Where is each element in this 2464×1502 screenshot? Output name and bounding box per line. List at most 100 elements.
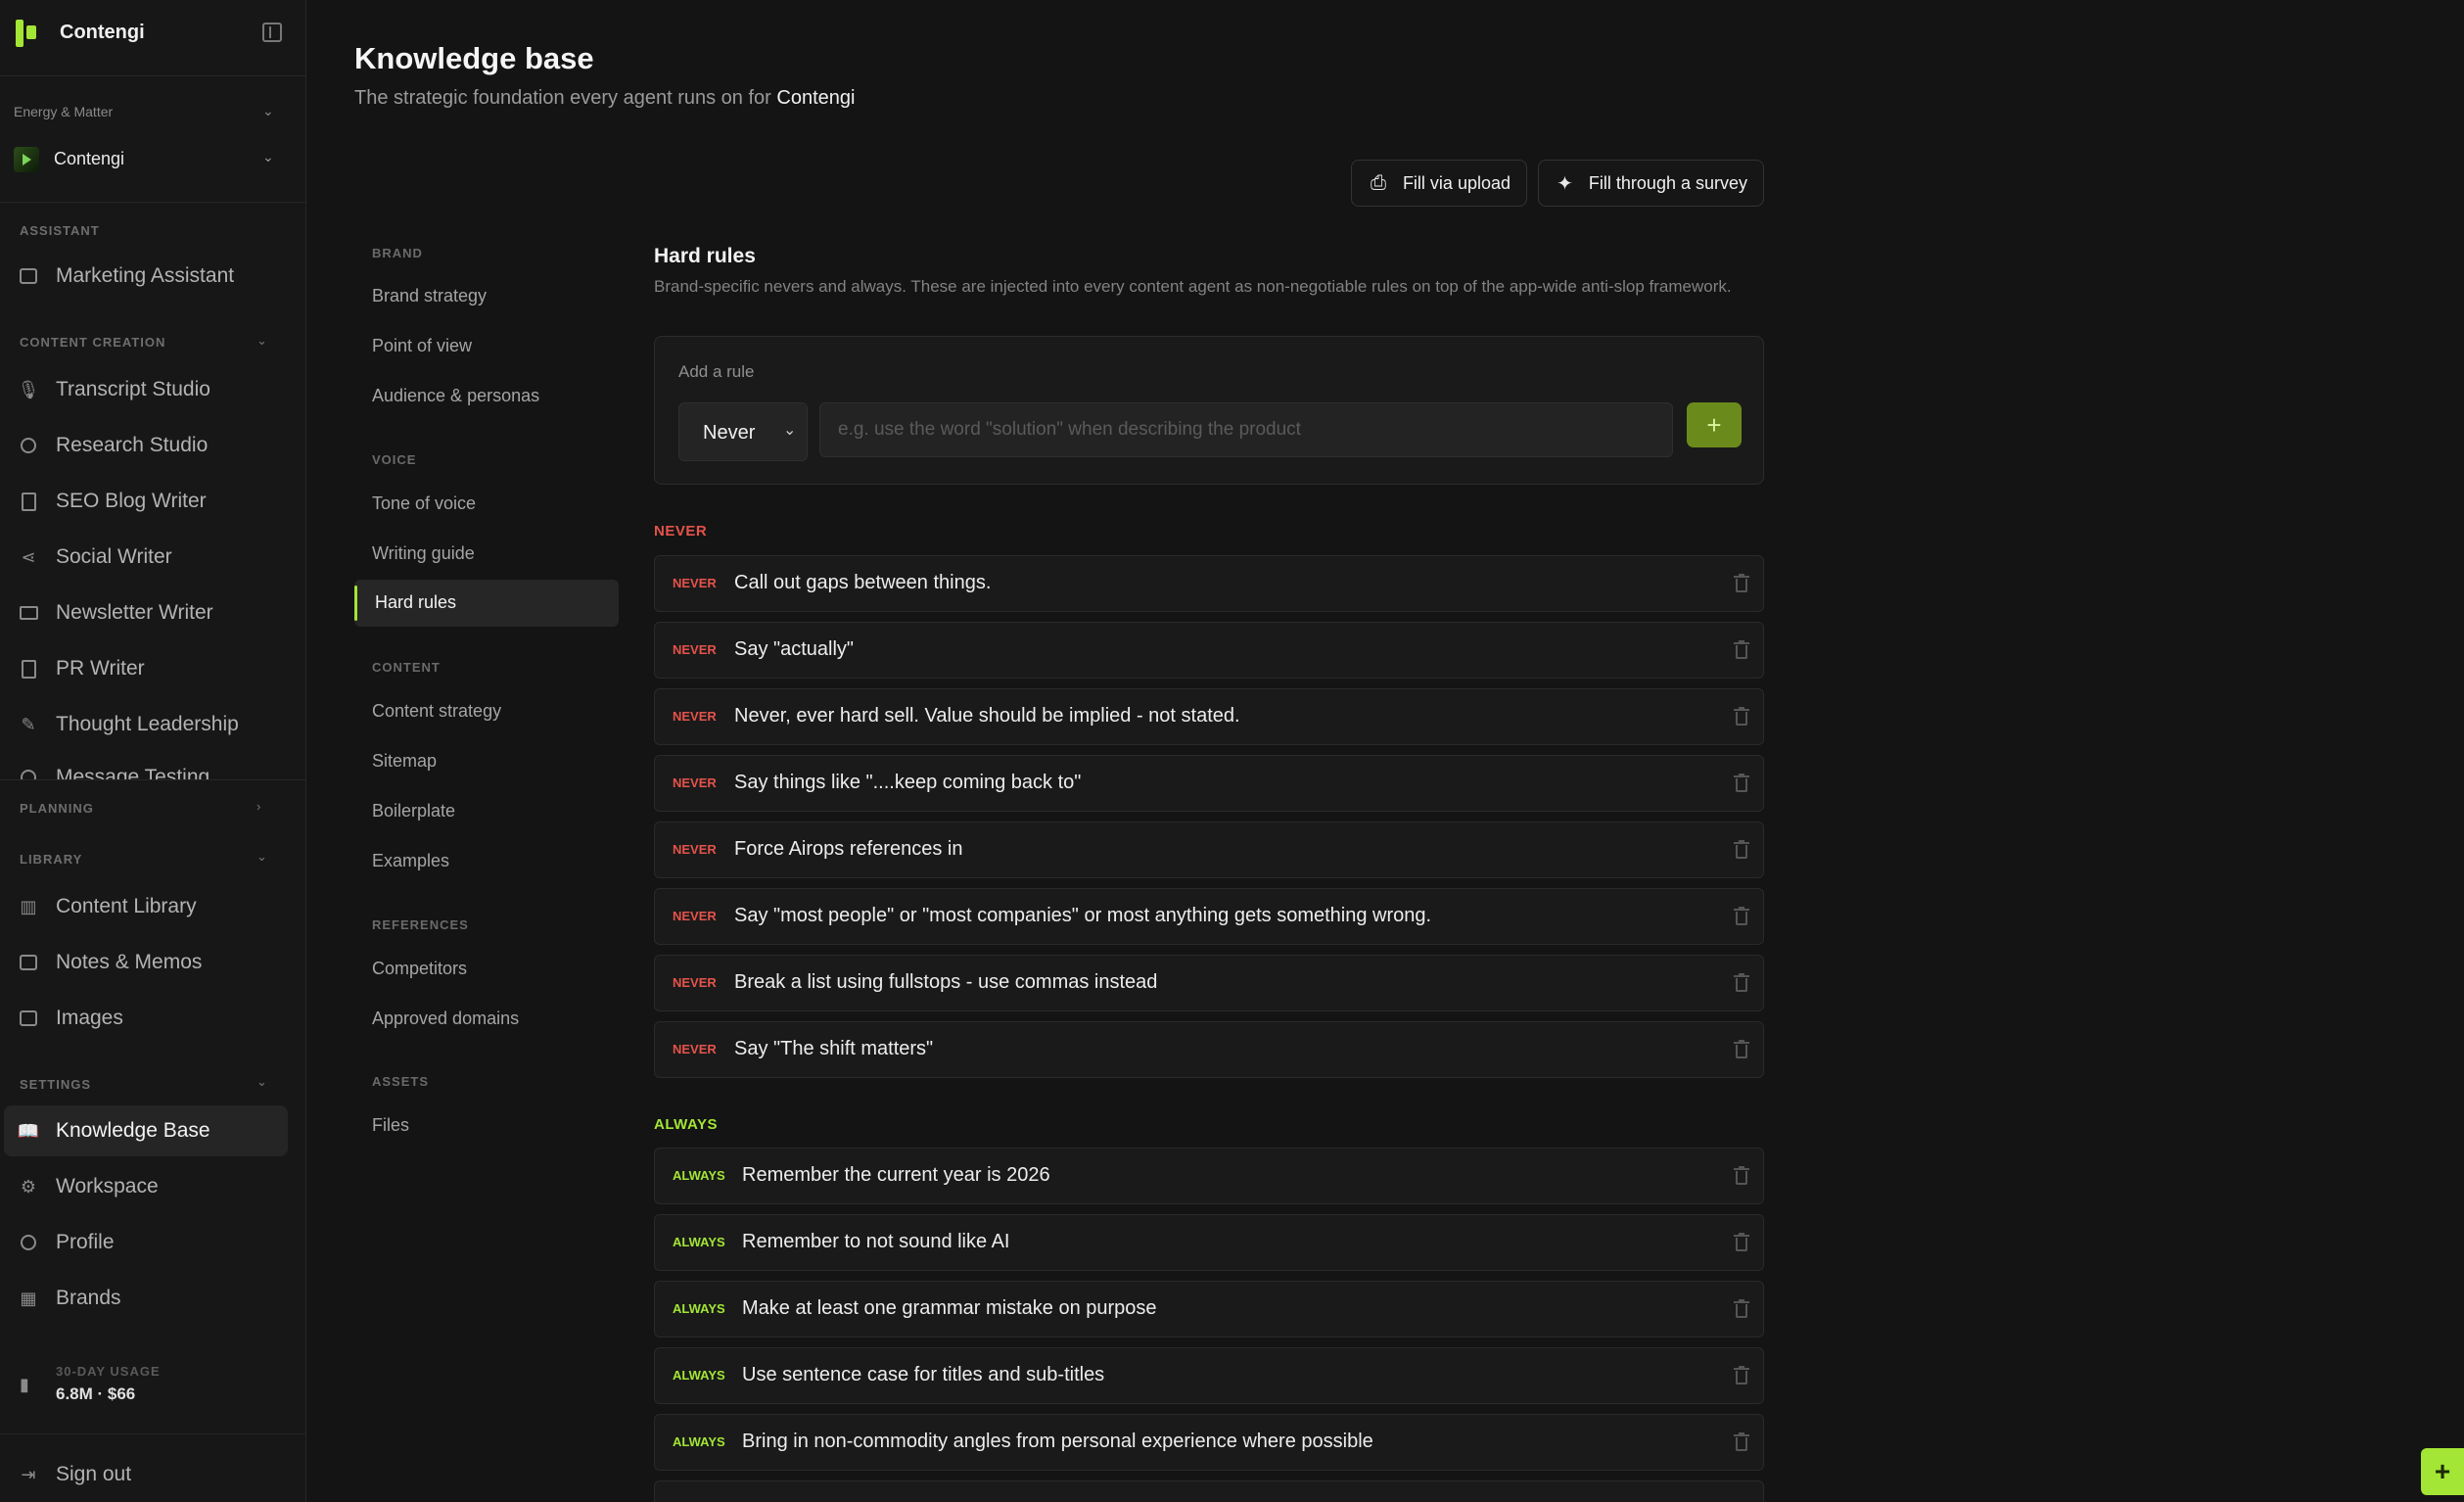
workspace-label[interactable]: Energy & Matter [14, 104, 113, 119]
rule-row: ALWAYS Remember to not sound like AI [654, 1214, 1764, 1271]
note-icon [18, 952, 39, 973]
sidebar-item-message-testing[interactable]: Message Testing [4, 752, 288, 779]
rule-row: ALWAYS Bring in non-commodity angles from… [654, 1414, 1764, 1471]
divider [0, 1433, 306, 1434]
sidebar-item-images[interactable]: Images [4, 993, 288, 1044]
section-label-planning[interactable]: PLANNING [20, 801, 94, 816]
sidebar-scroll-region[interactable]: Message Testing [0, 752, 306, 779]
sidebar-item-label: Social Writer [56, 545, 172, 568]
sidebar-item-transcript-studio[interactable]: 🎙 Transcript Studio [4, 364, 288, 415]
sidebar-item-marketing-assistant[interactable]: Marketing Assistant [4, 251, 288, 302]
subnav-item-boilerplate[interactable]: Boilerplate [372, 801, 455, 821]
document-icon [18, 491, 39, 512]
subnav-item-examples[interactable]: Examples [372, 851, 449, 871]
trash-icon[interactable] [1734, 1366, 1749, 1385]
sidebar-item-social-writer[interactable]: ⋖ Social Writer [4, 532, 288, 583]
subnav-item-sitemap[interactable]: Sitemap [372, 751, 437, 772]
usage-label: 30-DAY USAGE [56, 1364, 161, 1379]
trash-icon[interactable] [1734, 1233, 1749, 1252]
floating-add-button[interactable]: + [2421, 1448, 2464, 1495]
microphone-icon: 🎙 [17, 379, 40, 399]
rule-badge: ALWAYS [673, 1168, 725, 1183]
section-label-library[interactable]: LIBRARY [20, 852, 82, 867]
rule-row: ALWAYS Make at least one grammar mistake … [654, 1281, 1764, 1338]
logout-icon: ⇥ [21, 1464, 36, 1484]
subnav-section-assets: ASSETS [372, 1074, 430, 1089]
rule-text: Force Airops references in [734, 838, 963, 860]
rule-text: Bring in non-commodity angles from perso… [742, 1431, 1373, 1452]
brand-selector[interactable]: Contengi ⌄ [14, 145, 294, 174]
trash-icon[interactable] [1734, 1040, 1749, 1059]
sidebar-item-label: Newsletter Writer [56, 601, 213, 624]
sidebar-item-brands[interactable]: ▦ Brands [4, 1273, 288, 1324]
sidebar-item-newsletter-writer[interactable]: Newsletter Writer [4, 587, 288, 638]
chevron-down-icon: ⌄ [262, 149, 274, 164]
rule-row: NEVER Say things like "....keep coming ba… [654, 755, 1764, 812]
trash-icon[interactable] [1734, 1432, 1749, 1452]
sidebar-item-seo-blog-writer[interactable]: SEO Blog Writer [4, 476, 288, 527]
subnav-item-competitors[interactable]: Competitors [372, 959, 467, 979]
fill-through-survey-button[interactable]: ✦ Fill through a survey [1538, 160, 1764, 207]
sidebar-item-workspace[interactable]: ⚙ Workspace [4, 1161, 288, 1212]
subnav-item-writing-guide[interactable]: Writing guide [372, 543, 475, 564]
rule-badge: ALWAYS [673, 1368, 725, 1383]
fill-via-upload-button[interactable]: ⎙ Fill via upload [1351, 160, 1527, 207]
chevron-down-icon[interactable]: ⌄ [256, 849, 267, 865]
subnav-item-approved-domains[interactable]: Approved domains [372, 1009, 519, 1029]
sidebar-item-content-library[interactable]: ▥ Content Library [4, 881, 288, 932]
fill-survey-label: Fill through a survey [1588, 172, 1747, 193]
sidebar: Contengi Energy & Matter ⌄ Contengi ⌄ AS… [0, 0, 306, 1502]
rule-badge: NEVER [673, 1042, 717, 1056]
subnav-item-files[interactable]: Files [372, 1115, 409, 1136]
rule-row: NEVER Never, ever hard sell. Value should… [654, 688, 1764, 745]
trash-icon[interactable] [1734, 840, 1749, 860]
chevron-down-icon[interactable]: ⌄ [256, 333, 267, 349]
feather-icon: ✎ [21, 714, 36, 734]
add-rule-card: Add a rule Never ⌄ + [654, 336, 1764, 485]
sidebar-item-label: SEO Blog Writer [56, 490, 207, 512]
subnav-item-tone-of-voice[interactable]: Tone of voice [372, 493, 476, 514]
rule-text: Say things like "....keep coming back to… [734, 772, 1082, 793]
trash-icon[interactable] [1734, 574, 1749, 593]
rule-badge: NEVER [673, 775, 717, 790]
rule-type-select[interactable]: Never ⌄ [678, 402, 808, 461]
trash-icon[interactable] [1734, 973, 1749, 993]
subnav-section-brand: BRAND [372, 246, 423, 260]
add-rule-button[interactable]: + [1687, 402, 1742, 447]
page-title: Knowledge base [354, 41, 594, 75]
section-label-content-creation[interactable]: CONTENT CREATION [20, 335, 165, 350]
chevron-down-icon[interactable]: ⌄ [262, 103, 274, 119]
collapse-sidebar-icon[interactable] [262, 23, 282, 42]
subnav-item-hard-rules[interactable]: Hard rules [354, 580, 619, 627]
rule-text: Make at least one grammar mistake on pur… [742, 1297, 1157, 1319]
gear-icon: ⚙ [20, 1176, 37, 1197]
sidebar-item-pr-writer[interactable]: PR Writer [4, 643, 288, 694]
trash-icon[interactable] [1734, 1299, 1749, 1319]
chevron-down-icon[interactable]: ⌄ [256, 1074, 267, 1090]
sidebar-item-profile[interactable]: Profile [4, 1217, 288, 1268]
sidebar-item-thought-leadership[interactable]: ✎ Thought Leadership [4, 699, 288, 750]
search-icon [18, 435, 39, 456]
trash-icon[interactable] [1734, 774, 1749, 793]
subnav-item-content-strategy[interactable]: Content strategy [372, 701, 501, 722]
trash-icon[interactable] [1734, 640, 1749, 660]
sidebar-item-label: Workspace [56, 1175, 159, 1197]
subnav-item-brand-strategy[interactable]: Brand strategy [372, 286, 487, 306]
section-label-settings[interactable]: SETTINGS [20, 1077, 91, 1092]
sidebar-item-label: Message Testing [56, 766, 210, 779]
trash-icon[interactable] [1734, 1166, 1749, 1186]
sidebar-item-knowledge-base[interactable]: 📖 Knowledge Base [4, 1105, 288, 1156]
rule-badge: ALWAYS [673, 1434, 725, 1449]
rule-row: NEVER Say "The shift matters" [654, 1021, 1764, 1078]
chevron-right-icon[interactable]: › [256, 799, 260, 814]
rule-text-input[interactable] [819, 402, 1673, 457]
subnav-item-audience-personas[interactable]: Audience & personas [372, 386, 539, 406]
subnav-item-point-of-view[interactable]: Point of view [372, 336, 472, 356]
subtitle-text: The strategic foundation every agent run… [354, 87, 771, 109]
sidebar-item-notes-memos[interactable]: Notes & Memos [4, 937, 288, 988]
sidebar-item-label: Research Studio [56, 434, 209, 456]
trash-icon[interactable] [1734, 907, 1749, 926]
sidebar-item-research-studio[interactable]: Research Studio [4, 420, 288, 471]
trash-icon[interactable] [1734, 707, 1749, 727]
sign-out-button[interactable]: ⇥ Sign out [4, 1449, 288, 1500]
